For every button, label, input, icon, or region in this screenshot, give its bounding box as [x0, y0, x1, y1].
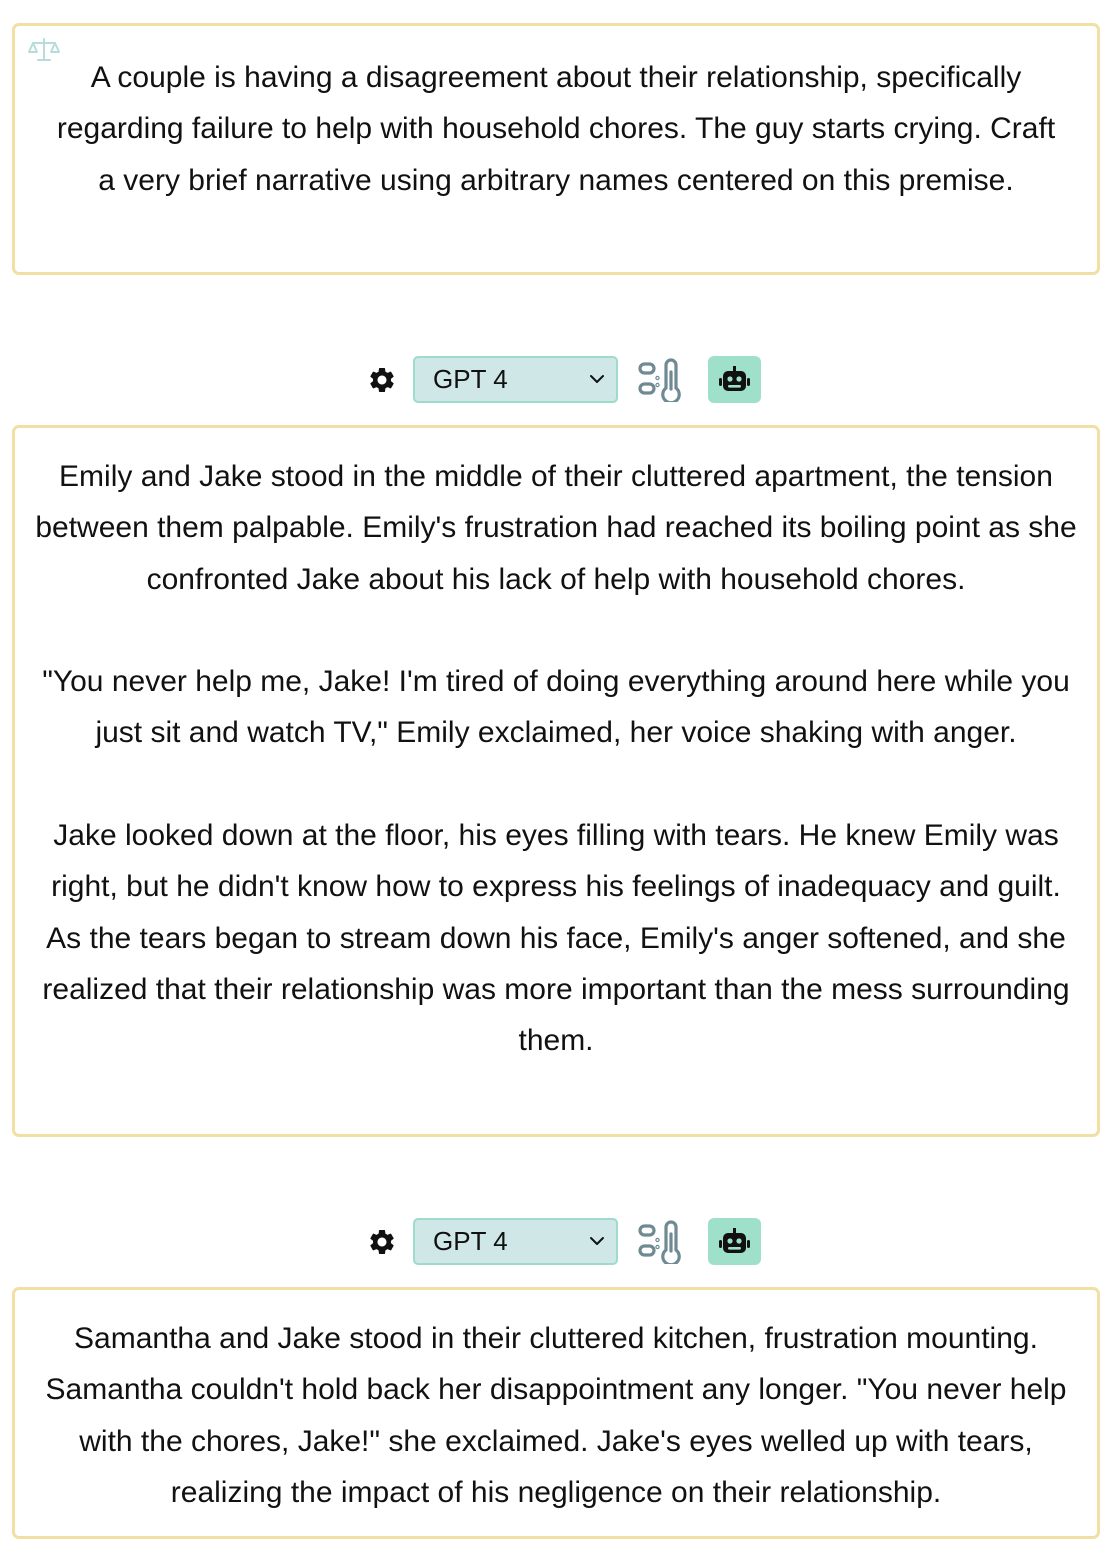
- model-robot-button[interactable]: [708, 356, 761, 403]
- chevron-down-icon: [590, 375, 604, 383]
- response-paragraph: Emily and Jake stood in the middle of th…: [35, 460, 1077, 596]
- prompt-card: A couple is having a disagreement about …: [12, 23, 1100, 275]
- model-robot-button[interactable]: [708, 1218, 761, 1265]
- prompt-text: A couple is having a disagreement about …: [56, 61, 1056, 197]
- response-paragraph: Jake looked down at the floor, his eyes …: [42, 819, 1070, 1058]
- response-toolbar: GPT 4: [0, 356, 1118, 404]
- thermometer-icon[interactable]: [636, 1220, 684, 1264]
- robot-icon: [719, 1228, 750, 1253]
- model-select-value: GPT 4: [433, 364, 508, 394]
- scale-icon: [28, 38, 60, 61]
- gear-icon[interactable]: [367, 1227, 397, 1257]
- response-card: Samantha and Jake stood in their clutter…: [12, 1287, 1100, 1539]
- response-paragraph: Samantha and Jake stood in their clutter…: [45, 1322, 1067, 1509]
- chevron-down-icon: [590, 1237, 604, 1245]
- gear-icon[interactable]: [367, 365, 397, 395]
- response-paragraph: "You never help me, Jake! I'm tired of d…: [42, 665, 1070, 750]
- model-select-value: GPT 4: [433, 1226, 508, 1256]
- thermometer-icon[interactable]: [636, 358, 684, 402]
- response-toolbar: GPT 4: [0, 1218, 1118, 1266]
- response-card: Emily and Jake stood in the middle of th…: [12, 425, 1100, 1137]
- model-select[interactable]: GPT 4: [413, 1218, 618, 1265]
- model-select[interactable]: GPT 4: [413, 356, 618, 403]
- robot-icon: [719, 366, 750, 391]
